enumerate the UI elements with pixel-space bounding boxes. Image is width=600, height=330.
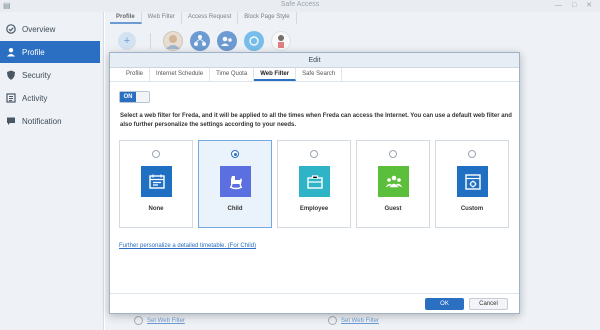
- dialog-tab-internet-schedule[interactable]: Internet Schedule: [150, 68, 211, 81]
- sidebar: Overview Profile Security Activity Notif…: [0, 12, 104, 330]
- sidebar-item-activity[interactable]: Activity: [0, 87, 100, 109]
- dialog-tab-profile[interactable]: Profile: [120, 68, 151, 81]
- sidebar-item-notification[interactable]: Notification: [0, 110, 100, 132]
- web-filter-toggle[interactable]: ON: [119, 91, 150, 103]
- filter-radio[interactable]: [310, 150, 318, 158]
- activity-icon: [6, 93, 16, 103]
- filter-card-employee[interactable]: Employee: [277, 140, 351, 228]
- calendar-icon: [141, 166, 172, 197]
- sidebar-item-label: Overview: [22, 24, 56, 34]
- filter-label: Employee: [299, 206, 329, 212]
- dialog-tab-safe-search[interactable]: Safe Search: [296, 68, 343, 81]
- sidebar-item-label: Profile: [22, 47, 45, 57]
- filter-radio[interactable]: [231, 150, 239, 158]
- filter-label: Guest: [384, 206, 402, 212]
- toggle-on-label: ON: [120, 92, 136, 102]
- dialog-footer: OK Cancel: [110, 293, 519, 313]
- filter-card-guest[interactable]: Guest: [356, 140, 430, 228]
- filter-radio[interactable]: [152, 150, 160, 158]
- overview-icon: [6, 24, 16, 34]
- guests-icon: [378, 166, 409, 197]
- filter-card-child[interactable]: Child: [198, 140, 272, 228]
- sidebar-item-label: Notification: [22, 116, 62, 126]
- dialog-title: Edit: [110, 53, 519, 68]
- filter-card-custom[interactable]: Custom: [435, 140, 509, 228]
- filter-label: None: [148, 206, 164, 212]
- window-controls[interactable]: — □ ✕: [555, 1, 596, 9]
- sidebar-item-label: Activity: [22, 93, 48, 103]
- sidebar-item-label: Security: [22, 70, 51, 80]
- filter-radio[interactable]: [389, 150, 397, 158]
- notification-icon: [6, 116, 16, 126]
- shield-icon: [6, 70, 16, 80]
- toggle-off-area: [136, 92, 149, 102]
- personalize-timetable-link[interactable]: Further personalize a detailed timetable…: [119, 243, 256, 249]
- filter-label: Child: [227, 206, 243, 212]
- filter-label: Custom: [460, 206, 484, 212]
- filter-cards: None Child Employee Guest Custom: [119, 140, 514, 228]
- dialog-tabs: Profile Internet Schedule Time Quota Web…: [110, 68, 519, 82]
- title-bar: ▤ Safe Access — □ ✕: [0, 0, 600, 12]
- dialog-tab-time-quota[interactable]: Time Quota: [210, 68, 255, 81]
- edit-dialog: Edit Profile Internet Schedule Time Quot…: [109, 52, 520, 314]
- cancel-button[interactable]: Cancel: [469, 298, 508, 310]
- filter-radio[interactable]: [468, 150, 476, 158]
- custom-settings-icon: [457, 166, 488, 197]
- web-filter-description: Select a web filter for Freda, and it wi…: [120, 113, 512, 128]
- sidebar-item-overview[interactable]: Overview: [0, 18, 100, 40]
- rocking-horse-icon: [220, 166, 251, 197]
- profile-icon: [6, 47, 16, 57]
- ok-button[interactable]: OK: [425, 298, 464, 310]
- dialog-tab-web-filter[interactable]: Web Filter: [254, 68, 297, 81]
- sidebar-item-profile[interactable]: Profile: [0, 41, 100, 63]
- filter-card-none[interactable]: None: [119, 140, 193, 228]
- sidebar-item-security[interactable]: Security: [0, 64, 100, 86]
- app-title: Safe Access: [280, 1, 320, 8]
- briefcase-icon: [299, 166, 330, 197]
